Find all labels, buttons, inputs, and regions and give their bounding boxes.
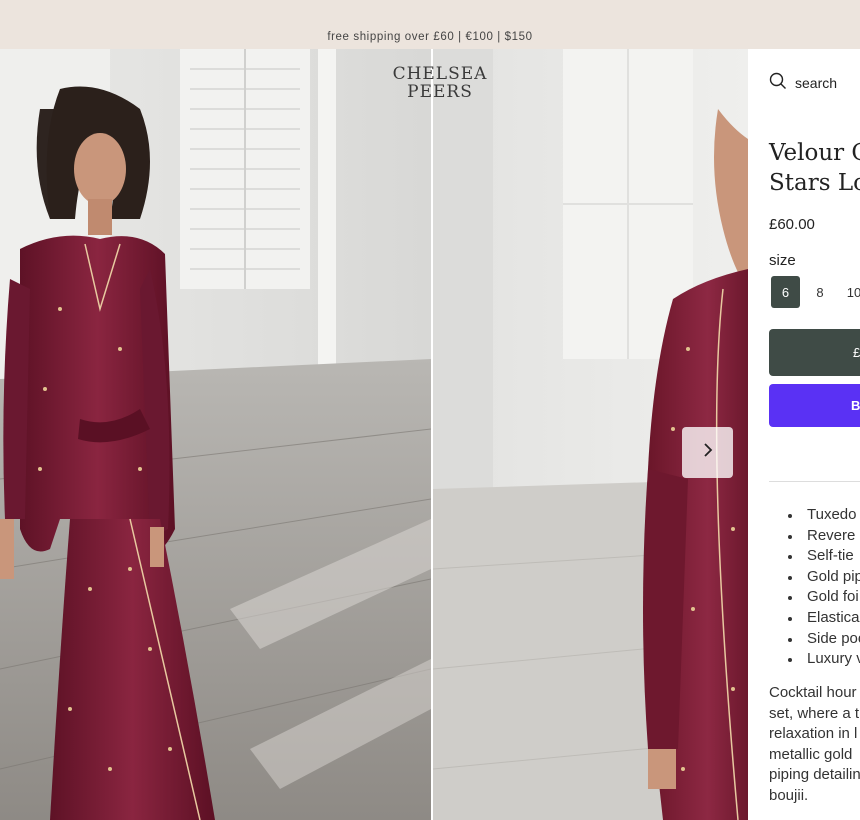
description-line: Cocktail hour <box>769 684 857 701</box>
chevron-right-icon <box>701 441 715 464</box>
feature-item: Tuxedo <box>788 505 860 526</box>
feature-item: Gold foi <box>788 587 860 608</box>
buy-now-button[interactable]: B <box>769 384 860 427</box>
announcement-text: free shipping over £60 | €100 | $150 <box>327 31 533 43</box>
feature-item: Gold pip <box>788 567 860 588</box>
logo-line-2: PEERS <box>407 82 473 102</box>
feature-item: Side poo <box>788 629 860 650</box>
size-label: size <box>769 252 796 269</box>
description-line: piping detailin <box>769 766 860 784</box>
product-info-panel: search Velour G Stars Lor £60.00 size 6 … <box>748 49 860 820</box>
feature-item: Elastica <box>788 608 860 629</box>
buy-now-label: B <box>851 398 860 413</box>
size-selector: 6 8 10 <box>771 276 860 308</box>
section-divider <box>769 481 860 482</box>
description-line: boujii. <box>769 786 809 804</box>
gallery-next-button[interactable] <box>682 427 733 478</box>
size-option-10[interactable]: 10 <box>840 276 860 308</box>
description-line: set, where a t <box>769 704 860 722</box>
size-option-6[interactable]: 6 <box>771 276 800 308</box>
feature-item: Self-tie <box>788 546 860 567</box>
feature-item: Luxury v <box>788 649 860 670</box>
add-to-bag-label: £ <box>853 345 860 360</box>
product-title-line-1: Velour G <box>769 140 860 166</box>
brand-logo[interactable]: CHELSEA PEERS <box>360 65 520 101</box>
product-title: Velour G Stars Lor <box>769 138 860 198</box>
product-description: Cocktail hour set, where a t relaxation … <box>769 683 860 807</box>
product-price: £60.00 <box>769 216 815 233</box>
product-title-line-2: Stars Lor <box>769 170 860 196</box>
size-option-8[interactable]: 8 <box>806 276 834 308</box>
logo-line-1: CHELSEA <box>392 64 488 84</box>
product-gallery: CHELSEA PEERS <box>0 49 748 820</box>
description-line: metallic gold <box>769 745 853 763</box>
description-line: relaxation in l <box>769 725 858 743</box>
search-label: search <box>795 74 838 91</box>
add-to-bag-button[interactable]: £ <box>769 329 860 376</box>
feature-list: Tuxedo Revere Self-tie Gold pip Gold foi… <box>769 505 860 670</box>
product-image-front[interactable] <box>0 49 431 820</box>
announcement-bar: free shipping over £60 | €100 | $150 <box>0 0 860 49</box>
search-icon <box>769 72 787 93</box>
search-button[interactable]: search <box>769 72 837 93</box>
feature-item: Revere <box>788 526 860 547</box>
